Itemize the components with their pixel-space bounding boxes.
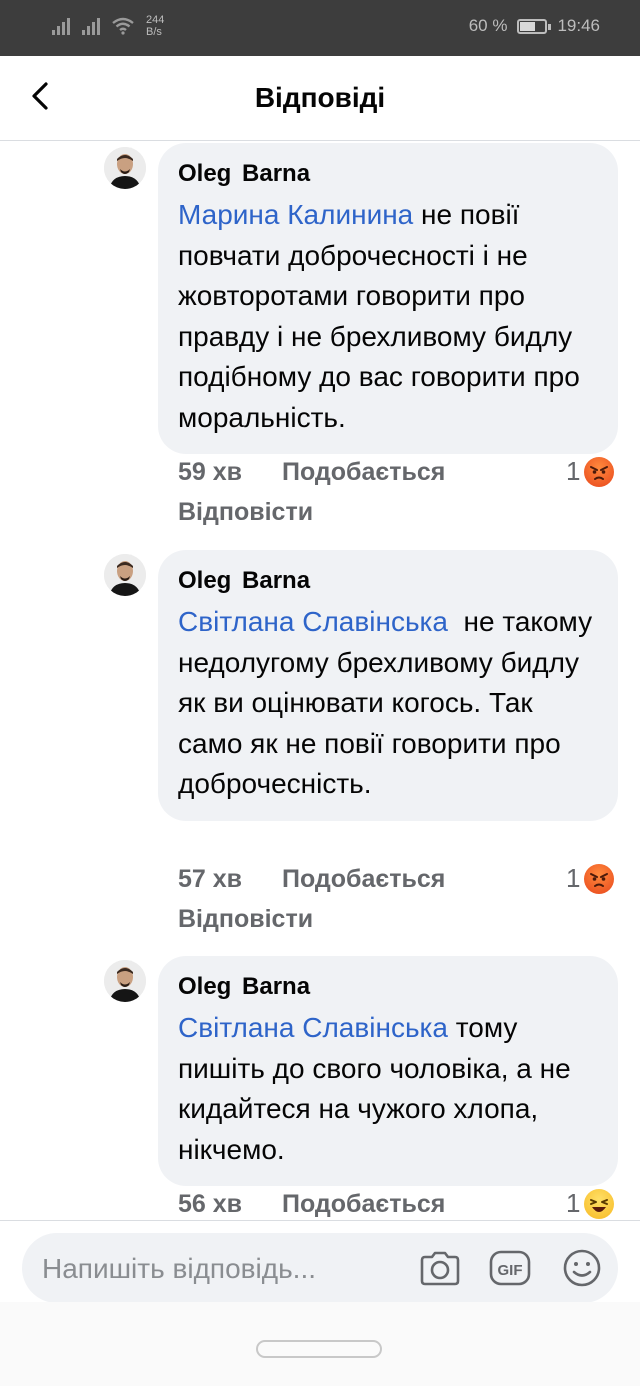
comment-time: 59 хв [178,458,243,486]
signal-icon [52,17,70,35]
replies-list: Oleg Barna Марина Калинина не повії повч… [0,141,640,1220]
status-bar: 244 B/s 60 % 19:46 [0,0,640,56]
avatar[interactable] [104,960,146,1002]
reaction-count: 1 [566,456,581,486]
mention-link[interactable]: Марина Калинина [178,199,413,230]
mention-link[interactable]: Світлана Славінська [178,1012,448,1043]
reply-button[interactable]: Відповісти [178,498,313,527]
comment-body: не повії повчати доброчесності і не жовт… [178,199,580,433]
comment-text: Світлана Славінська тому пишіть до свого… [178,1008,598,1170]
like-button[interactable]: Подобається [282,865,445,893]
wifi-icon [112,17,134,35]
avatar[interactable] [104,147,146,189]
like-button[interactable]: Подобається [282,1190,445,1218]
avatar-image [104,147,146,189]
header: Відповіді [0,56,640,141]
comment-bubble: Oleg Barna Світлана Славінська тому пиші… [158,956,618,1186]
comment-actions: 57 хв Подобається [178,865,445,894]
page-title: Відповіді [254,82,386,113]
comment-time: 56 хв [178,1190,243,1218]
reaction-summary[interactable]: 1 [566,863,615,894]
clock: 19:46 [557,16,600,35]
network-speed: 244 B/s [146,14,164,38]
camera-icon[interactable] [418,1248,462,1288]
angry-emoji-icon [584,863,615,894]
reaction-summary[interactable]: 1 [566,1188,615,1219]
reply-button[interactable]: Відповісти [178,905,313,934]
comment-text: Світлана Славінська не такому недолугому… [178,602,598,805]
reply-input[interactable]: Напишіть відповідь... GIF [22,1233,618,1303]
comment-author[interactable]: Oleg Barna [178,566,598,596]
comment-text: Марина Калинина не повії повчати доброче… [178,195,598,438]
mention-link[interactable]: Світлана Славінська [178,606,448,637]
reaction-count: 1 [566,1188,581,1218]
reply-input-placeholder: Напишіть відповідь... [42,1253,316,1284]
avatar-image [104,960,146,1002]
comment-bubble: Oleg Barna Марина Калинина не повії повч… [158,143,618,454]
comment-bubble: Oleg Barna Світлана Славінська не такому… [158,550,618,821]
avatar-image [104,554,146,596]
reaction-count: 1 [566,863,581,893]
gif-icon[interactable]: GIF [488,1248,532,1288]
reaction-summary[interactable]: 1 [566,456,615,487]
gif-label: GIF [498,1262,523,1279]
comment-author[interactable]: Oleg Barna [178,159,598,189]
signal-icon-2 [82,17,100,35]
comment-actions: 59 хв Подобається [178,458,445,487]
network-speed-unit: B/s [146,26,162,38]
network-speed-value: 244 [146,14,165,26]
battery-percent: 60 % [468,16,508,35]
comment-author[interactable]: Oleg Barna [178,972,598,1002]
status-left: 244 B/s [52,14,164,38]
battery-icon [517,18,552,34]
avatar[interactable] [104,554,146,596]
comment-time: 57 хв [178,865,243,893]
status-right: 60 % 19:46 [469,16,600,36]
angry-emoji-icon [584,456,615,487]
comment-actions: 56 хв Подобається [178,1190,445,1219]
emoji-icon[interactable] [560,1248,604,1288]
like-button[interactable]: Подобається [282,458,445,486]
home-indicator[interactable] [256,1340,382,1358]
haha-emoji-icon [584,1188,615,1219]
battery-fill [520,21,535,31]
